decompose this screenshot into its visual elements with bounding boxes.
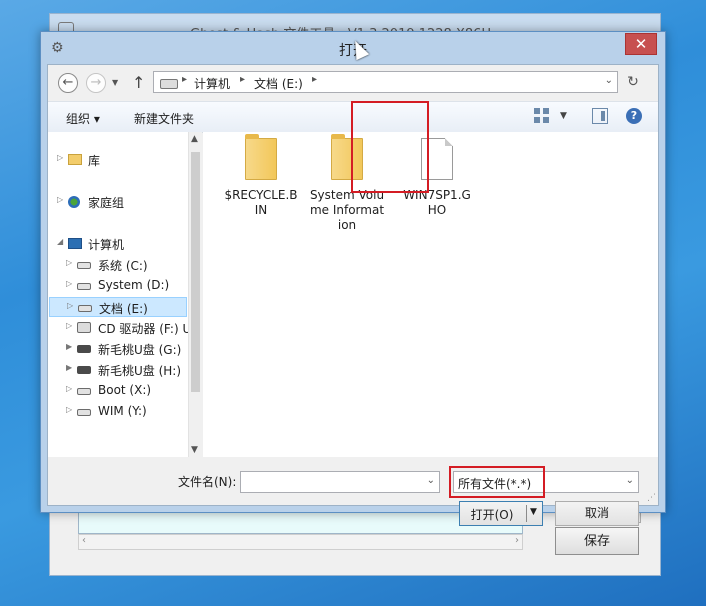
up-button[interactable]: ↑ <box>132 73 145 92</box>
close-icon: ✕ <box>634 35 648 53</box>
address-row: ← → ▼ ↑ ▸ 计算机 ▸ 文档 (E:) ▸ ⌄ ↻ <box>48 65 658 101</box>
scroll-right-icon[interactable]: › <box>515 535 519 546</box>
folder-icon <box>245 134 277 180</box>
drive-icon <box>77 283 91 290</box>
scroll-up-icon[interactable]: ▲ <box>191 134 198 144</box>
view-icon[interactable] <box>534 108 550 124</box>
forward-icon: → <box>90 75 102 90</box>
crumb-separator-icon[interactable]: ▸ <box>240 74 245 85</box>
computer-icon <box>68 238 82 249</box>
refresh-button[interactable]: ↻ <box>623 71 643 93</box>
cd-drive-icon <box>77 322 91 333</box>
highlight-box-open-button <box>449 466 545 498</box>
tree-item-drive-e[interactable]: ▷ 文档 (E:) <box>49 297 187 317</box>
navigation-vertical-scrollbar[interactable]: ▲ ▼ <box>188 132 202 457</box>
organize-button[interactable]: 组织 ▾ <box>66 110 100 127</box>
close-button[interactable]: ✕ <box>625 33 657 55</box>
cancel-button[interactable]: 取消 <box>555 501 639 526</box>
preview-pane-icon[interactable] <box>592 108 608 124</box>
file-item-recycle-bin[interactable]: $RECYCLE.BIN <box>223 134 299 218</box>
usb-drive-icon <box>77 366 91 374</box>
usb-drive-icon <box>77 345 91 353</box>
scroll-down-icon[interactable]: ▼ <box>191 445 198 455</box>
file-list-pane: $RECYCLE.BIN System Volume Information W… <box>203 132 658 457</box>
open-button-label: 打开(O) <box>470 508 514 522</box>
scroll-left-icon[interactable]: ‹ <box>82 535 86 546</box>
open-options-dropdown-icon[interactable]: ▼ <box>530 507 537 517</box>
crumb-separator-icon[interactable]: ▸ <box>312 74 317 85</box>
drive-icon <box>160 79 178 89</box>
background-text-box[interactable] <box>78 512 523 534</box>
open-button[interactable]: 打开(O) ▼ <box>459 501 543 526</box>
help-icon[interactable]: ? <box>626 108 642 124</box>
drive-icon <box>77 388 91 395</box>
breadcrumb-computer[interactable]: 计算机 <box>194 75 230 92</box>
recent-locations-dropdown[interactable]: ▼ <box>112 78 118 87</box>
file-name: System Volume Information <box>309 188 385 232</box>
address-bar[interactable]: ▸ 计算机 ▸ 文档 (E:) ▸ ⌄ <box>153 71 618 93</box>
split-divider <box>526 505 527 522</box>
forward-button[interactable]: → <box>86 73 106 93</box>
back-icon: ← <box>62 75 74 90</box>
library-icon <box>68 154 82 165</box>
new-folder-button[interactable]: 新建文件夹 <box>134 110 194 127</box>
chevron-down-icon: ⌄ <box>625 475 634 486</box>
filename-label: 文件名(N): <box>178 475 237 489</box>
crumb-separator-icon[interactable]: ▸ <box>182 74 187 85</box>
homegroup-icon <box>68 196 80 208</box>
background-horizontal-scrollbar[interactable]: ‹ › <box>78 534 523 550</box>
breadcrumb-drive-e[interactable]: 文档 (E:) <box>254 75 303 92</box>
drive-icon <box>77 409 91 416</box>
back-button[interactable]: ← <box>58 73 78 93</box>
drive-icon <box>78 305 92 312</box>
filename-input[interactable]: ⌄ <box>240 471 440 493</box>
chevron-down-icon[interactable]: ⌄ <box>427 475 435 486</box>
chevron-down-icon[interactable]: ⌄ <box>605 75 613 86</box>
up-icon: ↑ <box>132 73 146 92</box>
view-dropdown-icon[interactable]: ▼ <box>560 111 567 121</box>
navigation-pane: ▷ 库 ▷ 家庭组 ◢ 计算机 ▷ 系统 (C:) ▷ System (D:) … <box>48 132 202 457</box>
file-name: $RECYCLE.BIN <box>224 188 298 217</box>
highlight-box-file <box>351 101 429 193</box>
save-button[interactable]: 保存 <box>555 527 639 555</box>
refresh-icon: ↻ <box>627 74 639 90</box>
scrollbar-thumb[interactable] <box>191 152 200 392</box>
drive-icon <box>77 262 91 269</box>
resize-grip-icon[interactable]: ⋰ <box>647 493 656 503</box>
